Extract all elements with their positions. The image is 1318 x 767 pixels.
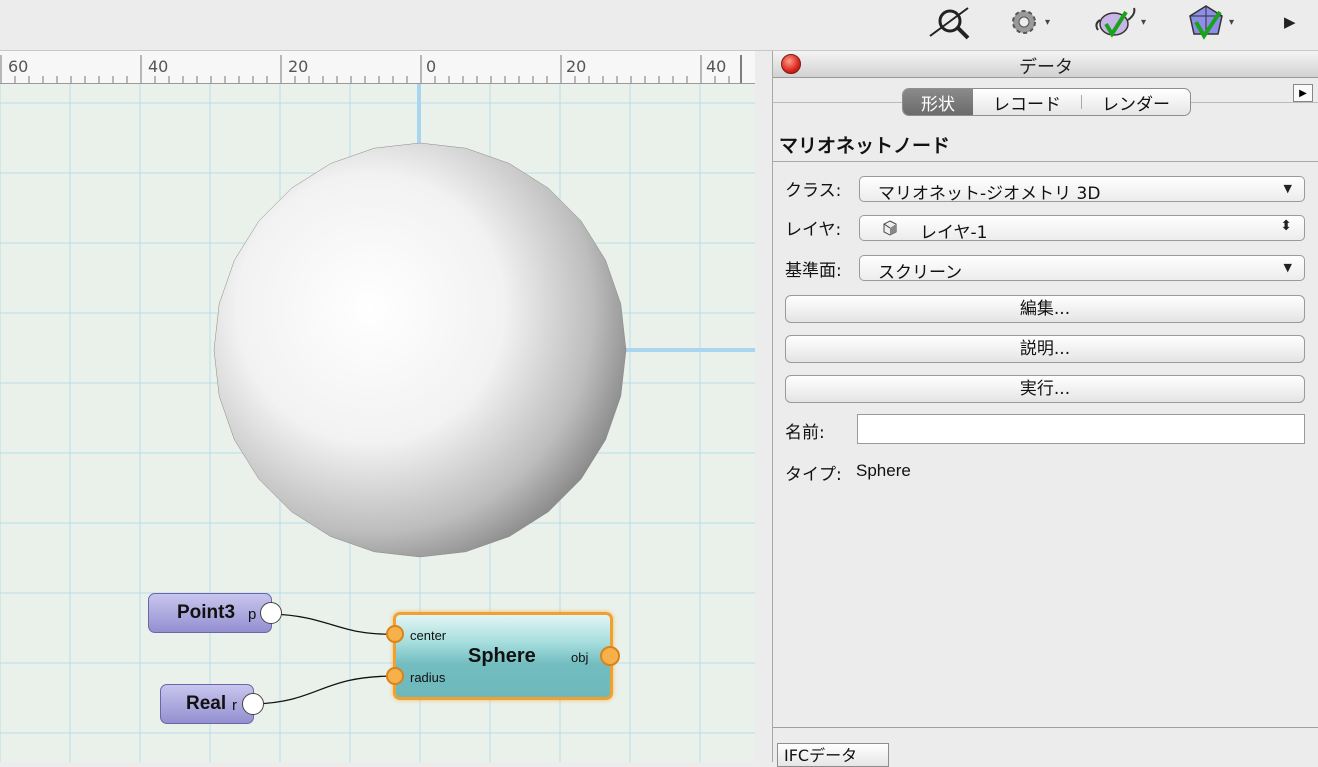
output-port-p[interactable]: [260, 602, 282, 624]
tab-ifc-data[interactable]: IFCデータ: [777, 743, 889, 767]
real-node[interactable]: Real r: [160, 684, 254, 724]
chevron-down-icon: ▼: [1283, 261, 1292, 274]
tab-bar: 形状 レコード レンダー: [902, 88, 1191, 116]
layer-value: レイヤ-1: [920, 223, 988, 243]
node-title: Point3: [177, 602, 236, 623]
layer-cube-icon: [883, 220, 897, 236]
chevron-down-icon: ▾: [1045, 16, 1051, 28]
divider: [773, 727, 1318, 728]
tab-record[interactable]: レコード: [973, 89, 1081, 115]
node-title: Real: [186, 693, 227, 714]
ruler-label: 40: [706, 57, 727, 76]
output-port-r[interactable]: [242, 693, 264, 715]
point3-node[interactable]: Point3 p: [148, 593, 272, 633]
plane-value: スクリーン: [878, 263, 963, 283]
input-port-center[interactable]: [386, 625, 404, 643]
object-type-heading: マリオネットノード: [779, 135, 951, 157]
globe-check-icon: [1189, 5, 1223, 40]
chevron-down-icon: ▼: [1283, 182, 1292, 195]
input-port-radius[interactable]: [386, 667, 404, 685]
sphere-object: [213, 142, 627, 558]
type-label: タイプ:: [785, 465, 842, 485]
plane-dropdown[interactable]: スクリーン ▼: [859, 255, 1305, 283]
ruler-label: 40: [148, 57, 169, 76]
magnifier-icon: [929, 7, 970, 40]
play-icon: ▶: [1284, 13, 1296, 31]
view-menu-button[interactable]: ▾: [1186, 5, 1235, 40]
render-menu-button[interactable]: ▾: [1092, 6, 1146, 38]
port-label: r: [232, 697, 237, 714]
ruler-ticks: [0, 55, 742, 83]
tab-shape[interactable]: 形状: [903, 89, 973, 115]
port-label: p: [248, 606, 257, 623]
class-label: クラス:: [785, 181, 842, 201]
wire-point3-center: [271, 613, 396, 635]
layer-label: レイヤ:: [785, 220, 842, 240]
ruler-label: 20: [288, 57, 309, 76]
input-label-radius: radius: [410, 670, 446, 685]
palette-title-bar[interactable]: データ: [773, 51, 1318, 78]
divider: [773, 161, 1318, 162]
plane-label: 基準面:: [785, 261, 842, 281]
describe-button[interactable]: 説明...: [785, 335, 1305, 363]
toolbar: ▾ ▾ ▾ ▶: [0, 0, 1318, 51]
class-dropdown[interactable]: マリオネット-ジオメトリ 3D ▼: [859, 176, 1305, 204]
data-palette: データ 形状 レコード レンダー ▶ マリオネットノード クラス: マリオネット…: [772, 51, 1318, 767]
output-label-obj: obj: [571, 650, 589, 665]
ruler-label: 60: [8, 57, 29, 76]
ruler-label: 0: [426, 57, 437, 76]
stepper-icon: ⬍: [1280, 218, 1292, 234]
edit-button[interactable]: 編集...: [785, 295, 1305, 323]
name-label: 名前:: [785, 423, 825, 443]
horizontal-ruler: 60 40 20 0 20 40: [0, 51, 755, 84]
drawing-canvas[interactable]: 60 40 20 0 20 40 Point3 p Real r center …: [0, 51, 755, 762]
palette-menu-button[interactable]: ▶: [1293, 84, 1313, 102]
output-port-obj[interactable]: [600, 646, 620, 666]
ruler-label: 20: [566, 57, 587, 76]
layer-dropdown[interactable]: レイヤ-1 ⬍: [859, 215, 1305, 243]
drawing-grid: [0, 84, 755, 762]
toolbar-overflow-button[interactable]: ▶: [1284, 6, 1296, 38]
chevron-down-icon: ▾: [1141, 16, 1147, 28]
chevron-down-icon: ▾: [1229, 16, 1235, 28]
tab-render[interactable]: レンダー: [1082, 89, 1190, 115]
gear-icon: [1012, 10, 1036, 34]
node-title: Sphere: [468, 645, 536, 667]
input-label-center: center: [410, 628, 447, 643]
play-icon: ▶: [1299, 87, 1307, 99]
settings-menu-button[interactable]: ▾: [1006, 6, 1050, 38]
type-value: Sphere: [856, 461, 911, 480]
sphere-node[interactable]: center Sphere obj radius: [393, 612, 613, 700]
search-tool-button[interactable]: [928, 6, 972, 40]
teapot-check-icon: [1095, 7, 1136, 38]
run-button[interactable]: 実行...: [785, 375, 1305, 403]
class-value: マリオネット-ジオメトリ 3D: [878, 184, 1101, 204]
wire-real-radius: [253, 675, 396, 705]
palette-title: データ: [1019, 57, 1073, 78]
name-input[interactable]: [857, 414, 1305, 444]
